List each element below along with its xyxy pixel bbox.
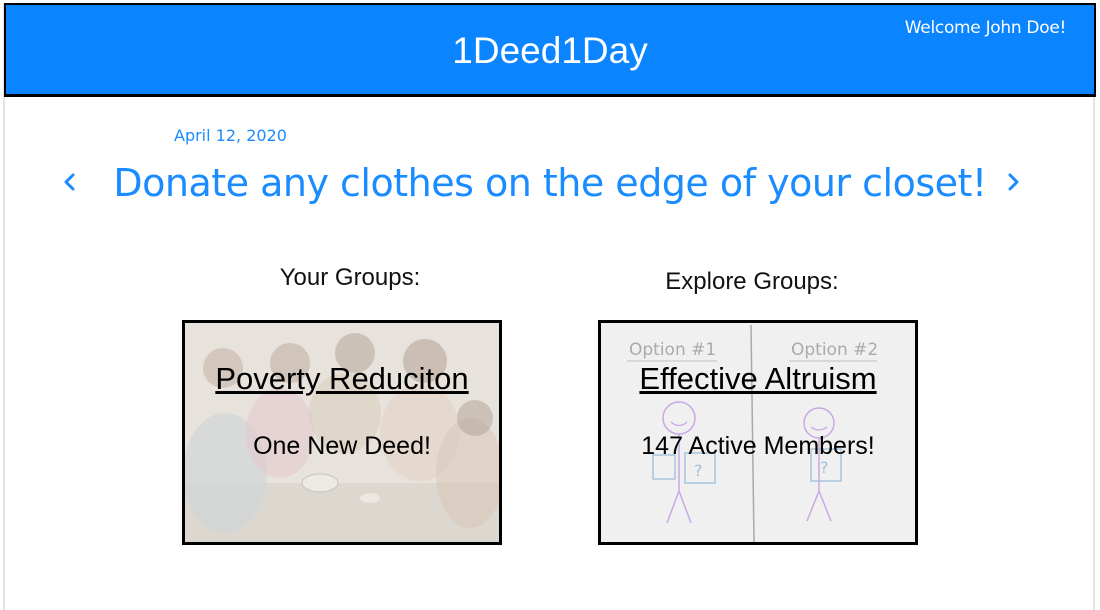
deed-date: April 12, 2020 xyxy=(174,126,287,145)
svg-text:?: ? xyxy=(694,461,703,480)
group-status: One New Deed! xyxy=(253,432,431,460)
explore-groups-heading: Explore Groups: xyxy=(665,268,839,295)
group-member-count: 147 Active Members! xyxy=(641,432,875,460)
option-2-label: Option #2 xyxy=(791,340,878,360)
option-1-label: Option #1 xyxy=(629,340,716,360)
group-name[interactable]: Effective Altruism xyxy=(601,361,915,397)
chevron-right-icon xyxy=(1008,173,1019,191)
group-name[interactable]: Poverty Reduciton xyxy=(185,361,499,397)
previous-deed-button[interactable] xyxy=(58,165,82,199)
group-card-poverty-reduction[interactable]: Poverty Reduciton One New Deed! xyxy=(182,320,502,545)
your-groups-heading: Your Groups: xyxy=(279,264,421,291)
welcome-message: Welcome John Doe! xyxy=(904,18,1067,38)
chevron-left-icon xyxy=(64,173,75,191)
next-deed-button[interactable] xyxy=(1001,165,1025,199)
app-header: 1Deed1Day Welcome John Doe! xyxy=(4,3,1096,97)
deed-of-the-day: Donate any clothes on the edge of your c… xyxy=(113,161,987,205)
group-card-effective-altruism[interactable]: Option #1 Option #2 ? ? Effective Altrui… xyxy=(598,320,918,545)
